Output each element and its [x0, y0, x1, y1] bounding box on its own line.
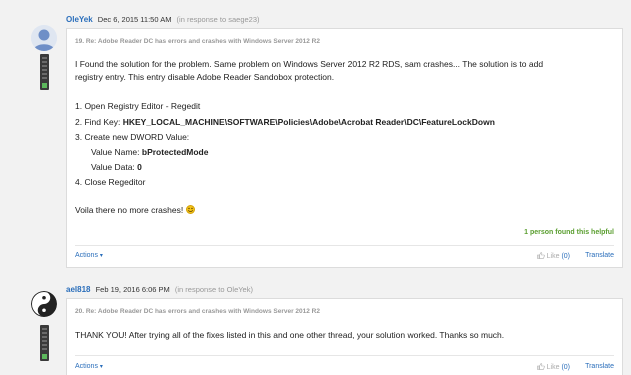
value-data-label: Value Data: — [91, 162, 138, 172]
step-3: 3. Create new DWORD Value: — [75, 132, 190, 142]
reply-card-19: 19. Re: Adobe Reader DC has errors and c… — [66, 28, 623, 268]
actions-menu[interactable]: Actions ▾ — [75, 363, 103, 370]
step-1: 1. Open Registry Editor - Regedit — [75, 101, 201, 111]
actions-label: Actions — [75, 363, 98, 370]
value-data: 0 — [137, 162, 142, 172]
author-link[interactable]: OleYek — [66, 15, 93, 24]
like-count[interactable]: (0) — [561, 253, 570, 260]
body-line: THANK YOU! After trying all of the fixes… — [75, 330, 505, 340]
value-name-line: Value Name: bProtectedMode — [91, 147, 208, 157]
post-20-meta: ael818 Feb 19, 2016 6:06 PM (in response… — [66, 285, 253, 294]
yin-yang-avatar-icon — [31, 291, 57, 317]
avatar[interactable] — [31, 25, 57, 51]
post-date: Feb 19, 2016 6:06 PM — [95, 285, 170, 294]
value-name-label: Value Name: — [91, 147, 142, 157]
reply-subject[interactable]: 20. Re: Adobe Reader DC has errors and c… — [75, 308, 320, 315]
translate-link[interactable]: Translate — [585, 363, 614, 370]
user-avatar-icon — [31, 25, 57, 51]
reply-subject[interactable]: 19. Re: Adobe Reader DC has errors and c… — [75, 38, 320, 45]
author-link[interactable]: ael818 — [66, 285, 90, 294]
divider — [75, 355, 614, 356]
registry-key: HKEY_LOCAL_MACHINE\SOFTWARE\Policies\Ado… — [122, 117, 495, 127]
actions-menu[interactable]: Actions ▾ — [75, 252, 103, 259]
step-4: 4. Close Regeditor — [75, 177, 146, 187]
rank-indicator — [40, 54, 49, 90]
thumbs-up-icon — [536, 252, 545, 259]
value-name: bProtectedMode — [141, 147, 209, 157]
step-2-label: 2. Find Key: — [75, 117, 123, 127]
translate-link[interactable]: Translate — [585, 252, 614, 259]
body-line: registry entry. This entry disable Adobe… — [75, 72, 335, 82]
like-label: Like — [546, 364, 562, 371]
body-line: I Found the solution for the problem. Sa… — [75, 59, 544, 69]
in-response-link[interactable]: (in response to saege23) — [177, 15, 260, 24]
thumbs-up-icon — [536, 363, 545, 370]
value-data-line: Value Data: 0 — [91, 162, 142, 172]
like-button[interactable]: Like (0) — [536, 363, 570, 371]
closing-line: Voila there no more crashes! — [75, 205, 195, 215]
like-count[interactable]: (0) — [561, 364, 570, 371]
smiley-icon — [185, 205, 195, 214]
chevron-down-icon: ▾ — [99, 253, 103, 259]
like-button[interactable]: Like (0) — [536, 252, 570, 260]
chevron-down-icon: ▾ — [99, 364, 103, 370]
rank-indicator — [40, 325, 49, 361]
helpful-count: 1 person found this helpful — [524, 229, 614, 236]
avatar[interactable] — [31, 291, 57, 317]
divider — [75, 245, 614, 246]
like-label: Like — [546, 253, 562, 260]
step-2: 2. Find Key: HKEY_LOCAL_MACHINE\SOFTWARE… — [75, 117, 495, 127]
closing-text: Voila there no more crashes! — [75, 205, 184, 215]
reply-card-20: 20. Re: Adobe Reader DC has errors and c… — [66, 298, 623, 375]
post-19-meta: OleYek Dec 6, 2015 11:50 AM (in response… — [66, 15, 260, 24]
post-date: Dec 6, 2015 11:50 AM — [97, 15, 172, 24]
in-response-link[interactable]: (in response to OleYek) — [175, 285, 253, 294]
actions-label: Actions — [75, 252, 98, 259]
